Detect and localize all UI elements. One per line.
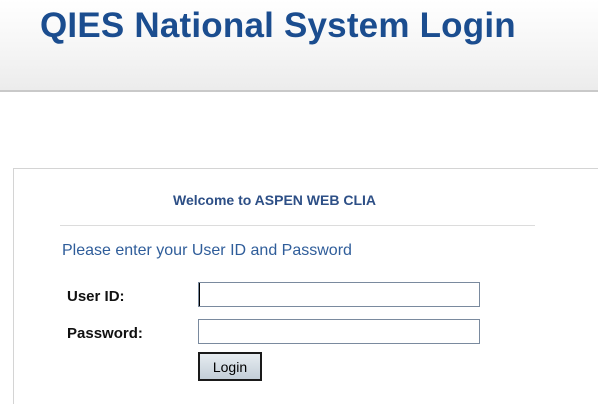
password-label: Password: <box>67 325 143 342</box>
login-page: QIES National System Login Welcome to AS… <box>0 0 598 404</box>
login-panel: Welcome to ASPEN WEB CLIA Please enter y… <box>13 168 598 404</box>
login-button[interactable]: Login <box>198 352 262 381</box>
login-prompt: Please enter your User ID and Password <box>62 242 352 259</box>
welcome-heading: Welcome to ASPEN WEB CLIA <box>172 192 377 208</box>
user-id-label: User ID: <box>67 288 125 305</box>
page-title: QIES National System Login <box>40 6 516 45</box>
panel-divider <box>60 225 535 226</box>
page-header: QIES National System Login <box>0 0 598 92</box>
password-input[interactable] <box>198 319 480 344</box>
user-id-input[interactable] <box>198 282 480 307</box>
